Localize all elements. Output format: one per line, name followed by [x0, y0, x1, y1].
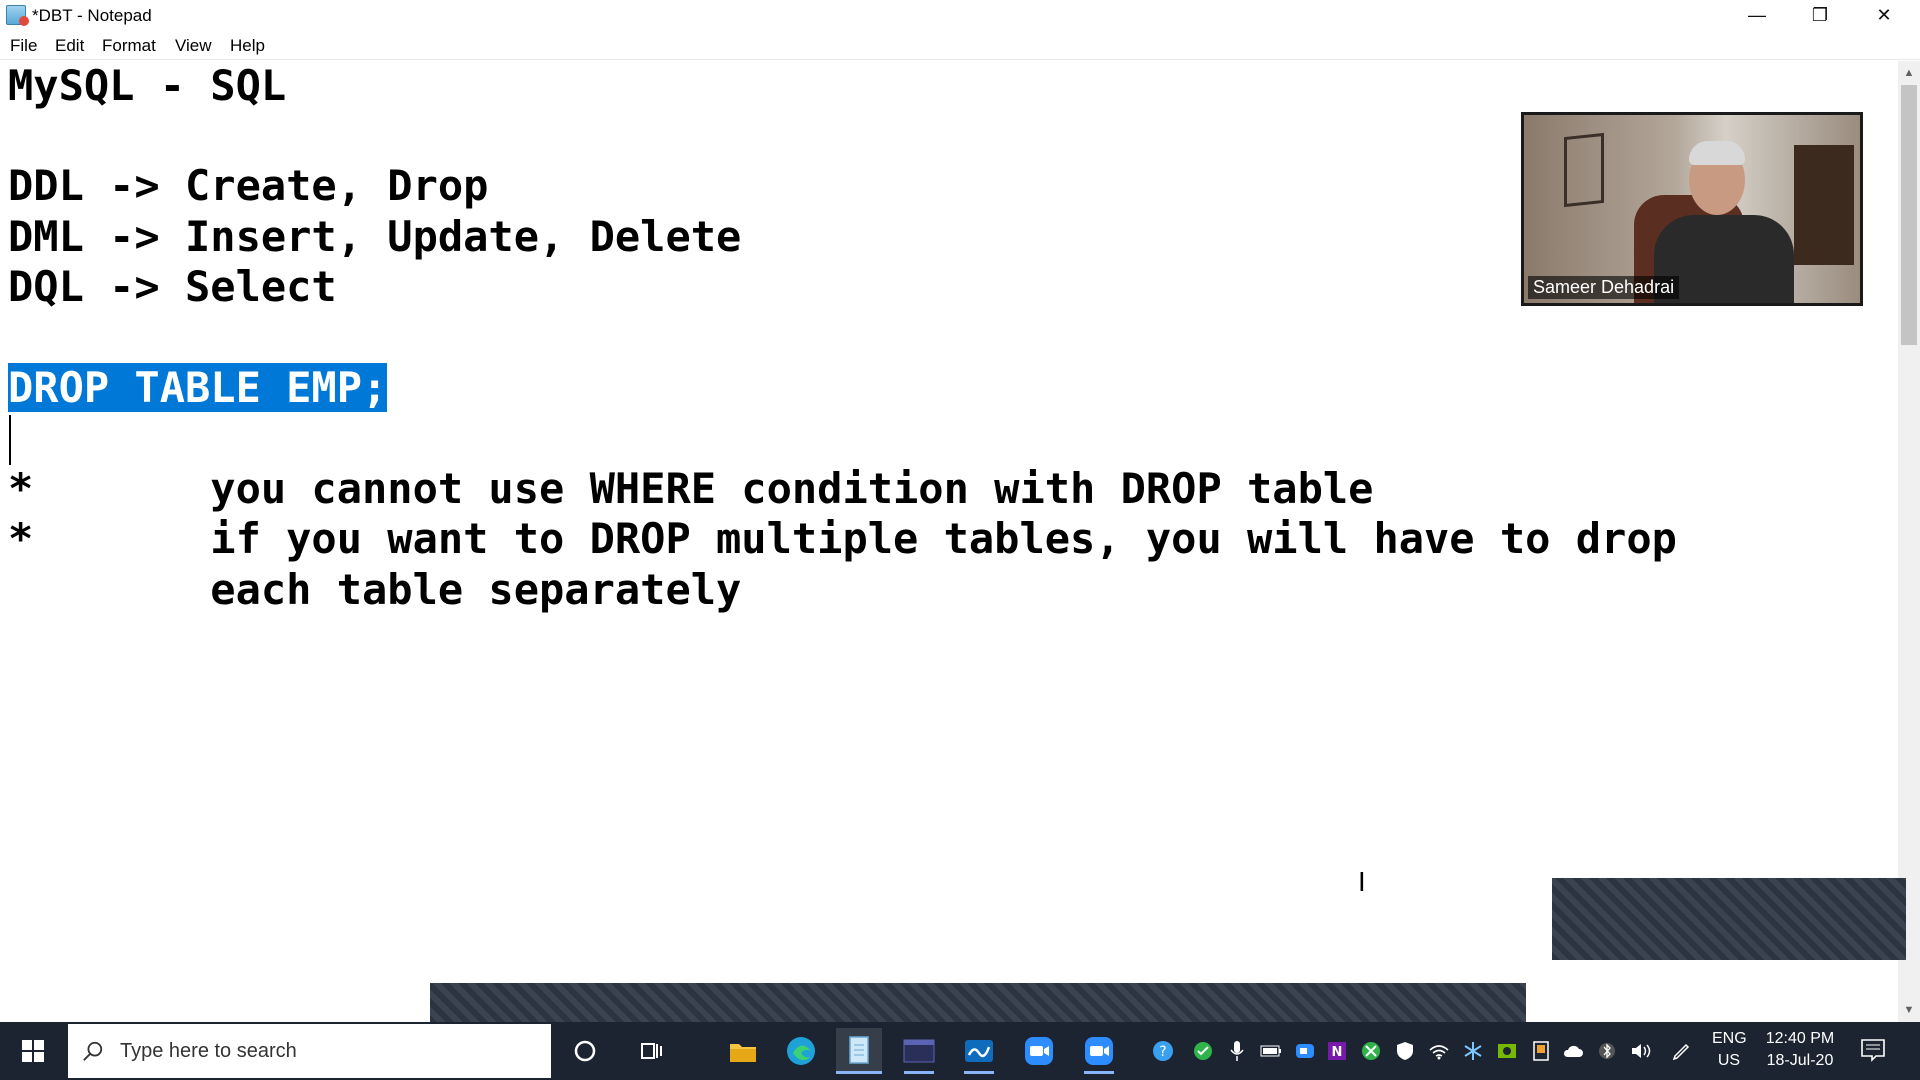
tablet-icon[interactable] [1530, 1040, 1552, 1062]
scrollbar-thumb[interactable] [1901, 85, 1917, 345]
defender-icon[interactable] [1394, 1040, 1416, 1062]
editor-line: * you cannot use WHERE condition with DR… [8, 464, 1374, 513]
menu-bar: File Edit Format View Help [0, 30, 1920, 60]
editor-line: DDL -> Create, Drop [8, 161, 489, 210]
editor-line: * if you want to DROP multiple tables, y… [8, 514, 1677, 563]
selected-text: DROP TABLE EMP; [8, 363, 388, 412]
text-caret [9, 415, 11, 465]
menu-file[interactable]: File [10, 36, 37, 56]
zoom-icon[interactable] [1016, 1028, 1062, 1074]
editor-line: DQL -> Select [8, 262, 337, 311]
edge-icon[interactable] [778, 1028, 824, 1074]
svg-text:N: N [1332, 1045, 1343, 1060]
language-indicator[interactable]: ENG US [1712, 1028, 1747, 1072]
task-view-icon[interactable] [628, 1028, 674, 1074]
clock-date: 18-Jul-20 [1766, 1052, 1834, 1069]
zoom-meetings-icon[interactable] [1076, 1028, 1122, 1074]
camera-icon[interactable] [1294, 1040, 1316, 1062]
snowflake-icon[interactable] [1462, 1040, 1484, 1062]
running-indicator [964, 1071, 994, 1074]
running-indicator [1084, 1071, 1114, 1074]
cortana-icon[interactable] [562, 1028, 608, 1074]
keyboard-layout: US [1717, 1052, 1741, 1069]
menu-edit[interactable]: Edit [55, 36, 84, 56]
file-explorer-icon[interactable] [720, 1028, 766, 1074]
taskbar-search[interactable]: Type here to search [68, 1024, 551, 1078]
system-clock[interactable]: 12:40 PM 18-Jul-20 [1760, 1028, 1840, 1072]
notepad-icon[interactable] [836, 1028, 882, 1074]
ibeam-cursor-icon: I [1358, 868, 1366, 898]
notepad-app-icon [6, 5, 29, 26]
scroll-up-icon[interactable]: ▲ [1898, 63, 1920, 83]
nvidia-icon[interactable] [1496, 1040, 1518, 1062]
participant-name: Sameer Dehadrai [1528, 276, 1680, 299]
onenote-icon[interactable]: N [1326, 1040, 1348, 1062]
search-icon [83, 1041, 103, 1061]
whiteboard-icon[interactable] [956, 1028, 1002, 1074]
terminal-icon[interactable] [896, 1028, 942, 1074]
redaction-block [1552, 878, 1906, 960]
xbox-icon[interactable] [1360, 1040, 1382, 1062]
battery-icon[interactable] [1260, 1040, 1282, 1062]
title-bar: *DBT - Notepad — ❐ ✕ [0, 0, 1920, 30]
shield-check-icon[interactable] [1192, 1040, 1214, 1062]
shelf [1794, 145, 1854, 265]
menu-format[interactable]: Format [102, 36, 156, 56]
minimize-button[interactable]: — [1726, 0, 1788, 30]
start-button[interactable] [0, 1022, 66, 1080]
language-code: ENG [1712, 1030, 1747, 1047]
person-hair [1689, 141, 1745, 165]
menu-help[interactable]: Help [230, 36, 265, 56]
pen-icon[interactable] [1670, 1040, 1692, 1062]
editor-line: each table separately [8, 565, 742, 614]
editor-line: MySQL - SQL [8, 61, 287, 110]
close-button[interactable]: ✕ [1853, 0, 1915, 30]
speaker-icon[interactable] [1630, 1040, 1652, 1062]
wall-picture [1564, 132, 1604, 208]
video-overlay[interactable]: Sameer Dehadrai [1521, 112, 1863, 306]
editor-line: DML -> Insert, Update, Delete [8, 212, 742, 261]
wifi-icon[interactable] [1428, 1040, 1450, 1062]
microphone-icon[interactable] [1226, 1040, 1248, 1062]
windows-logo-icon [22, 1040, 44, 1062]
taskbar: Type here to search ? N ENG US 12:40 PM … [0, 1022, 1920, 1080]
help-icon[interactable]: ? [1152, 1040, 1174, 1062]
maximize-button[interactable]: ❐ [1789, 0, 1851, 30]
scroll-down-icon[interactable]: ▼ [1898, 1000, 1920, 1020]
clock-time: 12:40 PM [1765, 1030, 1835, 1047]
running-indicator [904, 1071, 934, 1074]
bluetooth-icon[interactable] [1596, 1040, 1618, 1062]
menu-view[interactable]: View [175, 36, 212, 56]
search-placeholder: Type here to search [120, 1039, 297, 1062]
window-title: *DBT - Notepad [32, 6, 152, 25]
notification-center-icon[interactable] [1860, 1038, 1888, 1064]
cloud-icon[interactable] [1562, 1040, 1584, 1062]
svg-text:?: ? [1159, 1044, 1166, 1060]
redaction-block [430, 983, 1526, 1023]
